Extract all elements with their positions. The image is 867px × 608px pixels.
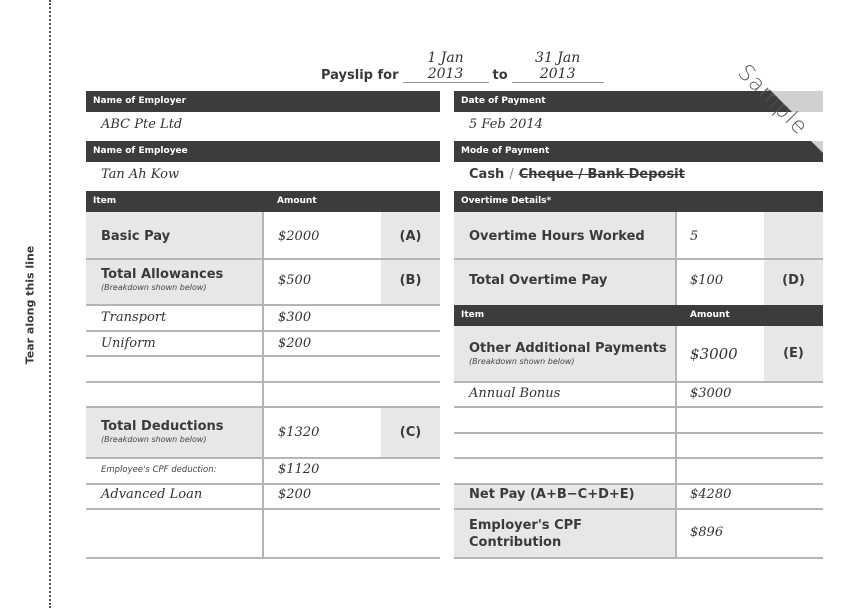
total-allowances-amount[interactable]: $500 bbox=[278, 273, 311, 288]
allowances-note: (Breakdown shown below) bbox=[101, 283, 207, 292]
overtime-hours-value[interactable]: 5 bbox=[690, 229, 698, 244]
col-item-label: Item bbox=[93, 196, 117, 206]
tear-label: Tear along this line bbox=[23, 245, 37, 365]
additional-payments-amount[interactable]: $3000 bbox=[690, 345, 738, 363]
right-col-divider bbox=[675, 326, 677, 558]
payslip-title: Payslip for 1 Jan 2013 to 31 Jan 2013 bbox=[321, 50, 608, 83]
employer-label: Name of Employer bbox=[93, 96, 187, 106]
code-d: (D) bbox=[782, 273, 805, 288]
col-item-label: Item bbox=[461, 310, 485, 320]
rule bbox=[86, 304, 440, 306]
right-items-header: Item Amount bbox=[454, 305, 823, 326]
code-a: (A) bbox=[399, 229, 422, 244]
payment-mode-options: Cash / Cheque / Bank Deposit bbox=[469, 167, 685, 182]
mode-cash[interactable]: Cash bbox=[469, 167, 504, 182]
rule bbox=[454, 406, 823, 408]
payment-mode-label: Mode of Payment bbox=[461, 146, 550, 156]
allowance-amount[interactable]: $200 bbox=[278, 336, 311, 351]
deduction-amount[interactable]: $200 bbox=[278, 487, 311, 502]
allowance-item[interactable]: Uniform bbox=[101, 336, 156, 351]
allowance-amount[interactable]: $300 bbox=[278, 310, 311, 325]
tear-line bbox=[49, 0, 51, 608]
col-amount-label: Amount bbox=[690, 310, 730, 320]
corner-fold bbox=[811, 141, 823, 153]
additional-payments-text: Other Additional Payments bbox=[469, 341, 667, 356]
total-deductions-text: Total Deductions bbox=[101, 419, 224, 434]
to-label: to bbox=[492, 68, 508, 83]
allowance-item[interactable]: Transport bbox=[101, 310, 166, 325]
additional-payments-label: Other Additional Payments (Breakdown sho… bbox=[469, 341, 667, 366]
additional-amount[interactable]: $3000 bbox=[690, 386, 731, 401]
cpf-deduction-amount[interactable]: $1120 bbox=[278, 462, 319, 477]
left-col-divider bbox=[262, 212, 264, 558]
basic-pay-amount[interactable]: $2000 bbox=[278, 229, 319, 244]
employer-cpf-amount[interactable]: $896 bbox=[690, 525, 723, 540]
overtime-header: Overtime Details* bbox=[454, 191, 823, 212]
employee-header: Name of Employee bbox=[86, 141, 440, 162]
rule bbox=[86, 557, 440, 559]
deductions-note: (Breakdown shown below) bbox=[101, 435, 207, 444]
code-c: (C) bbox=[399, 425, 422, 440]
additional-note: (Breakdown shown below) bbox=[469, 357, 575, 366]
additional-item[interactable]: Annual Bonus bbox=[469, 386, 560, 401]
left-table-header: Item Amount bbox=[86, 191, 440, 212]
employer-value[interactable]: ABC Pte Ltd bbox=[101, 117, 182, 132]
deduction-item[interactable]: Advanced Loan bbox=[101, 487, 202, 502]
mode-struck-options[interactable]: Cheque / Bank Deposit bbox=[519, 167, 685, 182]
total-allowances-label: Total Allowances (Breakdown shown below) bbox=[101, 267, 223, 292]
rule bbox=[86, 355, 440, 357]
rule bbox=[454, 381, 823, 383]
payment-date-value[interactable]: 5 Feb 2014 bbox=[469, 117, 543, 132]
cpf-deduction-label: Employee's CPF deduction: bbox=[101, 465, 217, 475]
overtime-hours-label: Overtime Hours Worked bbox=[469, 229, 645, 244]
net-pay-label: Net Pay (A+B−C+D+E) bbox=[469, 487, 635, 502]
total-allowances-text: Total Allowances bbox=[101, 267, 224, 282]
to-date-field[interactable]: 31 Jan 2013 bbox=[511, 50, 604, 83]
rule bbox=[86, 406, 440, 408]
rule bbox=[86, 457, 440, 459]
total-deductions-label: Total Deductions (Breakdown shown below) bbox=[101, 419, 224, 444]
employee-value[interactable]: Tan Ah Kow bbox=[101, 167, 179, 182]
title-label: Payslip for bbox=[321, 68, 399, 83]
col-amount-label: Amount bbox=[277, 196, 317, 206]
overtime-pay-amount[interactable]: $100 bbox=[690, 273, 723, 288]
employer-cpf-line1: Employer's CPF bbox=[469, 518, 583, 533]
rule bbox=[86, 330, 440, 332]
employer-cpf-line2: Contribution bbox=[469, 535, 562, 550]
employer-cpf-label: Employer's CPF Contribution bbox=[469, 517, 582, 551]
rule bbox=[454, 483, 823, 485]
mode-separator: / bbox=[509, 167, 514, 182]
from-date-field[interactable]: 1 Jan 2013 bbox=[402, 50, 489, 83]
rule bbox=[86, 483, 440, 485]
employer-header: Name of Employer bbox=[86, 91, 440, 112]
total-deductions-amount[interactable]: $1320 bbox=[278, 425, 319, 440]
rule bbox=[86, 258, 440, 260]
overtime-header-label: Overtime Details* bbox=[461, 196, 552, 206]
rule bbox=[86, 508, 440, 510]
basic-pay-label: Basic Pay bbox=[101, 229, 171, 244]
rule bbox=[454, 508, 823, 510]
employee-label: Name of Employee bbox=[93, 146, 188, 156]
rule bbox=[454, 557, 823, 559]
overtime-pay-label: Total Overtime Pay bbox=[469, 273, 608, 288]
rule bbox=[454, 258, 823, 260]
code-e: (E) bbox=[783, 346, 804, 361]
rule bbox=[454, 432, 823, 434]
payment-mode-header: Mode of Payment bbox=[454, 141, 823, 162]
payment-date-label: Date of Payment bbox=[461, 96, 546, 106]
rule bbox=[454, 457, 823, 459]
net-pay-amount[interactable]: $4280 bbox=[690, 487, 731, 502]
code-b: (B) bbox=[399, 273, 422, 288]
rule bbox=[86, 381, 440, 383]
